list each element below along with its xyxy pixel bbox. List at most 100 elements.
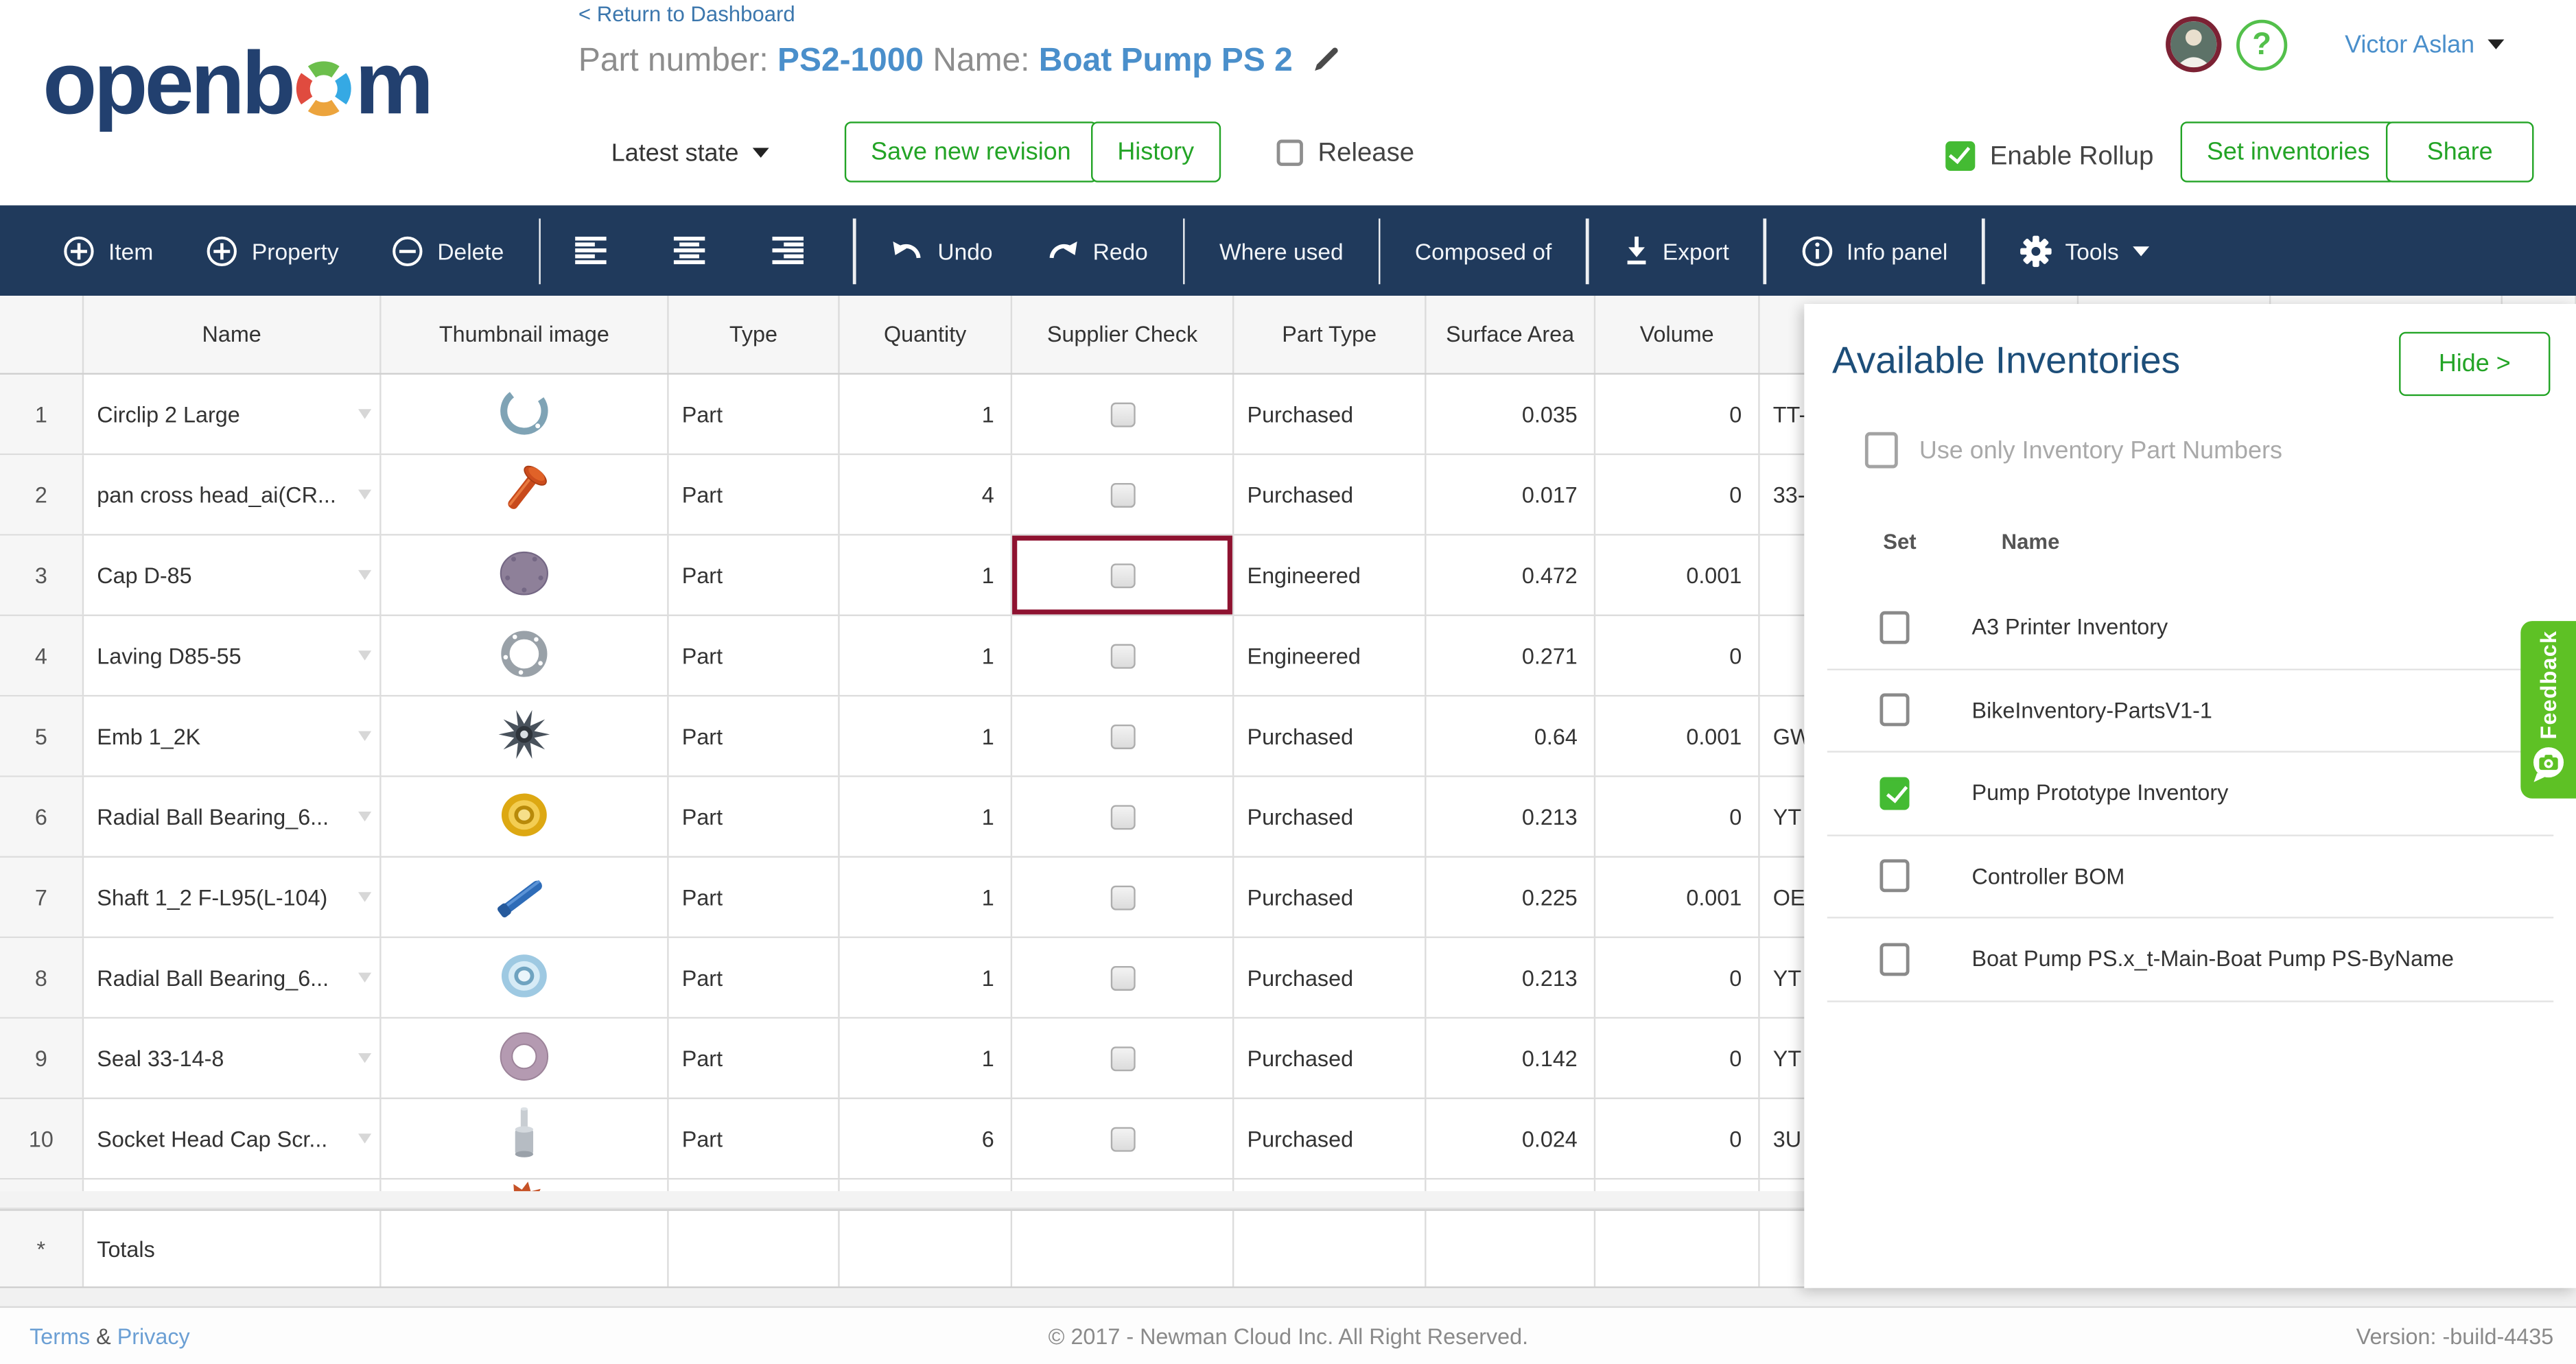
cell-volume[interactable]: 0 bbox=[1595, 938, 1759, 1017]
toolbar-align-center[interactable] bbox=[648, 205, 747, 296]
cell-type[interactable]: Part bbox=[669, 858, 840, 937]
cell-name[interactable]: pan cross head_ai(CR... bbox=[84, 455, 381, 534]
cell-part-type[interactable]: Purchased bbox=[1234, 777, 1426, 856]
toolbar-undo[interactable]: Undo bbox=[864, 205, 1019, 296]
inventory-checkbox[interactable] bbox=[1880, 777, 1909, 810]
cell-supplier-check[interactable] bbox=[1012, 616, 1234, 695]
cell-supplier-check[interactable] bbox=[1012, 858, 1234, 937]
chevron-down-icon[interactable] bbox=[358, 1053, 371, 1063]
enable-rollup-checkbox[interactable] bbox=[1945, 141, 1975, 171]
cell-type[interactable]: Part bbox=[669, 938, 840, 1017]
chevron-down-icon[interactable] bbox=[358, 1133, 371, 1143]
cell-part-type[interactable]: Engineered bbox=[1234, 616, 1426, 695]
column-header-thumbnail-image[interactable]: Thumbnail image bbox=[382, 296, 669, 373]
cell-supplier-check[interactable] bbox=[1012, 938, 1234, 1017]
cell-surface-area[interactable]: 0.213 bbox=[1427, 938, 1596, 1017]
cell-quantity[interactable]: 1 bbox=[840, 696, 1012, 775]
cell-quantity[interactable]: 1 bbox=[840, 858, 1012, 937]
chevron-down-icon[interactable] bbox=[358, 570, 371, 580]
toolbar-property[interactable]: Property bbox=[180, 205, 365, 296]
cell-type[interactable]: Part bbox=[669, 375, 840, 454]
toolbar-info-panel[interactable]: Info panel bbox=[1775, 205, 1974, 296]
toolbar-align-left[interactable] bbox=[549, 205, 648, 296]
cell-supplier-check[interactable] bbox=[1012, 536, 1234, 615]
user-menu[interactable]: Victor Aslan bbox=[2345, 31, 2504, 59]
cell-supplier-check[interactable] bbox=[1012, 455, 1234, 534]
cell-supplier-check[interactable] bbox=[1012, 1099, 1234, 1178]
chevron-down-icon[interactable] bbox=[358, 490, 371, 499]
cell-part-type[interactable]: Purchased bbox=[1234, 858, 1426, 937]
use-only-inventory-label[interactable]: Use only Inventory Part Numbers bbox=[1919, 437, 2282, 465]
cell-quantity[interactable]: 1 bbox=[840, 536, 1012, 615]
chevron-down-icon[interactable] bbox=[358, 650, 371, 660]
supplier-checkbox[interactable] bbox=[1110, 563, 1135, 587]
cell-surface-area[interactable]: 0.142 bbox=[1427, 1019, 1596, 1098]
cell-quantity[interactable]: 1 bbox=[840, 938, 1012, 1017]
cell-surface-area[interactable]: 0.271 bbox=[1427, 616, 1596, 695]
history-button[interactable]: History bbox=[1091, 121, 1220, 183]
cell-quantity[interactable]: 6 bbox=[840, 1099, 1012, 1178]
column-header-part-type[interactable]: Part Type bbox=[1234, 296, 1426, 373]
column-header-volume[interactable]: Volume bbox=[1595, 296, 1759, 373]
supplier-checkbox[interactable] bbox=[1110, 1126, 1135, 1151]
hide-panel-button[interactable]: Hide > bbox=[2399, 332, 2550, 396]
supplier-checkbox[interactable] bbox=[1110, 1046, 1135, 1070]
cell-volume[interactable]: 0.001 bbox=[1595, 536, 1759, 615]
cell-volume[interactable]: 0 bbox=[1595, 1099, 1759, 1178]
cell-name[interactable]: Laving D85-55 bbox=[84, 616, 381, 695]
chevron-down-icon[interactable] bbox=[358, 409, 371, 419]
toolbar-where-used[interactable]: Where used bbox=[1193, 205, 1370, 296]
cell-part-type[interactable]: Purchased bbox=[1234, 1099, 1426, 1178]
toolbar-export[interactable]: Export bbox=[1597, 205, 1755, 296]
cell-type[interactable]: Part bbox=[669, 536, 840, 615]
cell-volume[interactable]: 0 bbox=[1595, 777, 1759, 856]
cell-surface-area[interactable]: 0.64 bbox=[1427, 696, 1596, 775]
cell-volume[interactable]: 0 bbox=[1595, 375, 1759, 454]
cell-volume[interactable]: 0 bbox=[1595, 455, 1759, 534]
cell-name[interactable]: Radial Ball Bearing_6... bbox=[84, 938, 381, 1017]
save-new-revision-button[interactable]: Save new revision bbox=[845, 121, 1097, 183]
cell-part-type[interactable]: Purchased bbox=[1234, 696, 1426, 775]
cell-volume[interactable]: 0.001 bbox=[1595, 858, 1759, 937]
cell-surface-area[interactable]: 0.472 bbox=[1427, 536, 1596, 615]
feedback-tab[interactable]: Feedback bbox=[2520, 621, 2576, 799]
chevron-down-icon[interactable] bbox=[358, 973, 371, 983]
avatar[interactable] bbox=[2166, 16, 2221, 72]
cell-supplier-check[interactable] bbox=[1012, 1019, 1234, 1098]
supplier-checkbox[interactable] bbox=[1110, 724, 1135, 749]
supplier-checkbox[interactable] bbox=[1110, 804, 1135, 829]
cell-type[interactable]: Part bbox=[669, 1099, 840, 1178]
toolbar-item[interactable]: Item bbox=[36, 205, 180, 296]
toolbar-composed-of[interactable]: Composed of bbox=[1389, 205, 1578, 296]
cell-part-type[interactable]: Purchased bbox=[1234, 455, 1426, 534]
release-checkbox[interactable] bbox=[1277, 140, 1303, 166]
toolbar-delete[interactable]: Delete bbox=[365, 205, 530, 296]
column-header-quantity[interactable]: Quantity bbox=[840, 296, 1012, 373]
cell-surface-area[interactable]: 0.024 bbox=[1427, 1099, 1596, 1178]
cell-name[interactable]: Circlip 2 Large bbox=[84, 375, 381, 454]
cell-volume[interactable]: 0 bbox=[1595, 616, 1759, 695]
openbom-logo[interactable]: openb m bbox=[43, 33, 430, 134]
cell-volume[interactable]: 0.001 bbox=[1595, 696, 1759, 775]
cell-surface-area[interactable]: 0.035 bbox=[1427, 375, 1596, 454]
supplier-checkbox[interactable] bbox=[1110, 401, 1135, 426]
set-inventories-button[interactable]: Set inventories bbox=[2181, 121, 2396, 183]
chevron-down-icon[interactable] bbox=[358, 812, 371, 821]
cell-surface-area[interactable]: 0.017 bbox=[1427, 455, 1596, 534]
chevron-down-icon[interactable] bbox=[358, 892, 371, 902]
share-button[interactable]: Share bbox=[2386, 121, 2534, 183]
inventory-checkbox[interactable] bbox=[1880, 943, 1909, 976]
column-header-name[interactable]: Name bbox=[84, 296, 381, 373]
column-header-supplier-check[interactable]: Supplier Check bbox=[1012, 296, 1234, 373]
cell-name[interactable]: Socket Head Cap Scr... bbox=[84, 1099, 381, 1178]
cell-type[interactable]: Part bbox=[669, 777, 840, 856]
cell-supplier-check[interactable] bbox=[1012, 696, 1234, 775]
use-only-inventory-checkbox[interactable] bbox=[1865, 432, 1898, 469]
cell-surface-area[interactable]: 0.213 bbox=[1427, 777, 1596, 856]
help-icon[interactable]: ? bbox=[2236, 20, 2287, 71]
cell-supplier-check[interactable] bbox=[1012, 777, 1234, 856]
inventory-checkbox[interactable] bbox=[1880, 860, 1909, 893]
toolbar-tools[interactable]: Tools bbox=[1993, 205, 2176, 296]
cell-quantity[interactable]: 1 bbox=[840, 616, 1012, 695]
cell-type[interactable]: Part bbox=[669, 616, 840, 695]
